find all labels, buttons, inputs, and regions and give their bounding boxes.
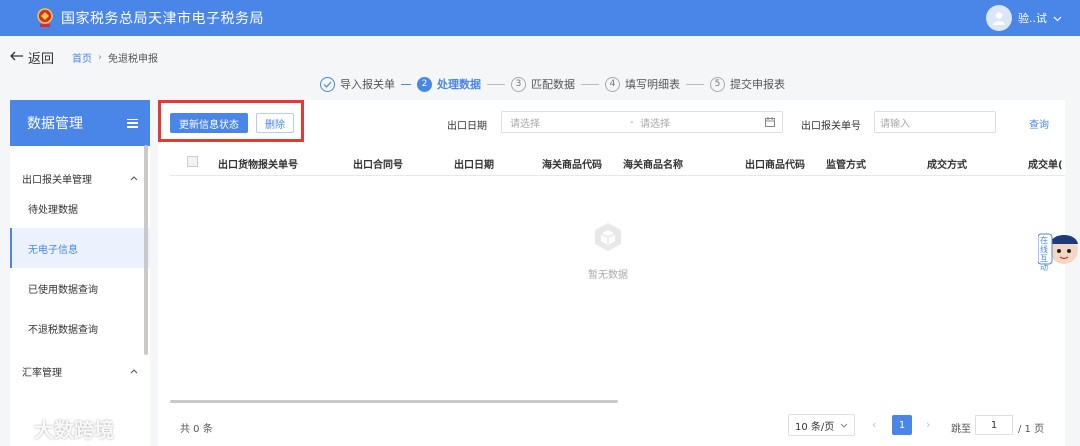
step-number: 5 xyxy=(710,76,725,92)
watermark: 大数跨境 xyxy=(8,414,114,443)
date-start-input[interactable]: 请选择 xyxy=(510,115,630,130)
column-header: 海关商品代码 xyxy=(542,160,602,171)
export-date-range[interactable]: 请选择 - 请选择 xyxy=(501,111,783,133)
watermark-text: 大数跨境 xyxy=(34,418,114,442)
next-page-icon[interactable]: › xyxy=(926,418,930,431)
column-header: 出口商品代码 xyxy=(745,160,805,171)
empty-state: 暂无数据 xyxy=(588,220,628,281)
step-4: 4 填写明细表 xyxy=(605,76,680,92)
column-header: 成交单( xyxy=(1028,160,1063,171)
page-1-button[interactable]: 1 xyxy=(892,415,912,435)
step-label: 处理数据 xyxy=(437,78,481,91)
step-progress: 导入报关单 2 处理数据 3 匹配数据 4 填写明细表 5 提交申报表 xyxy=(320,76,785,92)
export-date-label: 出口日期 xyxy=(447,121,487,132)
select-all-checkbox[interactable] xyxy=(187,156,198,167)
sidebar-item-no-e-info[interactable]: 无电子信息 xyxy=(10,228,150,268)
column-header: 出口货物报关单号 xyxy=(218,160,298,171)
group-label: 汇率管理 xyxy=(22,367,62,379)
query-button[interactable]: 查询 xyxy=(1029,116,1049,131)
step-connector xyxy=(487,83,505,85)
breadcrumb-current: 免退税申报 xyxy=(108,54,159,65)
check-circle-icon xyxy=(320,76,335,92)
arrow-left-icon xyxy=(10,50,24,65)
column-header: 出口日期 xyxy=(454,160,494,171)
chevron-up-icon xyxy=(130,366,138,377)
empty-text: 暂无数据 xyxy=(588,270,628,281)
user-menu[interactable]: 验..试 xyxy=(986,5,1062,31)
total-count: 共 0 条 xyxy=(180,424,213,435)
page-size-value: 10 条/页 xyxy=(795,421,835,433)
date-separator: - xyxy=(630,116,634,128)
step-label: 导入报关单 xyxy=(340,78,395,91)
breadcrumb-home-link[interactable]: 首页 xyxy=(72,50,92,65)
page-size-select[interactable]: 10 条/页 xyxy=(788,414,855,436)
mascot-caption: 在线互动 xyxy=(1040,236,1048,272)
goto-label: 跳至 xyxy=(951,424,971,435)
chevron-down-icon xyxy=(1053,12,1062,25)
app-title: 国家税务总局天津市电子税务局 xyxy=(61,11,264,27)
column-header: 监管方式 xyxy=(826,160,866,171)
step-3: 3 匹配数据 xyxy=(511,76,575,92)
step-2: 2 处理数据 xyxy=(417,76,481,92)
column-header: 出口合同号 xyxy=(353,160,403,171)
calendar-icon xyxy=(765,117,775,130)
column-header: 海关商品名称 xyxy=(623,160,683,171)
step-5: 5 提交申报表 xyxy=(710,76,785,92)
prev-page-icon[interactable]: ‹ xyxy=(872,418,876,431)
total-pages: / 1 页 xyxy=(1018,424,1045,435)
empty-box-icon xyxy=(591,220,625,257)
chevron-down-icon xyxy=(840,420,848,431)
sidebar-group-exchange-rate[interactable]: 汇率管理 xyxy=(10,361,150,381)
step-label: 匹配数据 xyxy=(531,78,575,91)
online-assistant-mascot[interactable]: 在线互动 xyxy=(1037,226,1080,272)
sidebar-item-no-refund-query[interactable]: 不退税数据查询 xyxy=(10,308,150,348)
sidebar-scrollbar[interactable] xyxy=(144,145,148,355)
breadcrumb: 返回 首页 › 免退税申报 xyxy=(10,48,158,67)
chevron-up-icon xyxy=(130,173,138,184)
step-number: 2 xyxy=(417,76,432,92)
sidebar-header: 数据管理 xyxy=(10,100,150,146)
delete-button[interactable]: 删除 xyxy=(256,113,294,133)
step-number: 3 xyxy=(511,76,526,92)
sidebar-group-declaration[interactable]: 出口报关单管理 xyxy=(10,168,150,188)
declaration-number-label: 出口报关单号 xyxy=(801,121,861,132)
column-header: 成交方式 xyxy=(927,160,967,171)
step-label: 填写明细表 xyxy=(625,78,680,91)
step-connector xyxy=(581,83,599,85)
watermark-logo-icon xyxy=(8,416,28,441)
table-header: 出口货物报关单号 出口合同号 出口日期 海关商品代码 海关商品名称 出口商品代码… xyxy=(170,148,1065,176)
update-status-button[interactable]: 更新信息状态 xyxy=(170,113,248,133)
step-number: 4 xyxy=(605,76,620,92)
menu-collapse-icon[interactable] xyxy=(127,118,138,128)
sidebar-title: 数据管理 xyxy=(27,116,83,132)
sidebar-item-used-query[interactable]: 已使用数据查询 xyxy=(10,268,150,308)
back-label: 返回 xyxy=(28,52,55,67)
user-name: 验..试 xyxy=(1018,12,1047,25)
table-horizontal-scrollbar[interactable] xyxy=(170,400,618,403)
date-end-input[interactable]: 请选择 xyxy=(640,115,760,130)
step-label: 提交申报表 xyxy=(730,78,785,91)
declaration-number-input[interactable]: 请输入 xyxy=(874,111,996,133)
main-panel: 更新信息状态 删除 出口日期 请选择 - 请选择 出口报关单号 请输入 查询 出… xyxy=(158,100,1065,446)
goto-page-input[interactable]: 1 xyxy=(975,415,1013,435)
breadcrumb-separator: › xyxy=(98,52,103,63)
step-connector xyxy=(401,83,411,85)
sidebar: 数据管理 出口报关单管理 待处理数据 无电子信息 已使用数据查询 不退税数据查询… xyxy=(10,100,150,446)
sidebar-item-pending[interactable]: 待处理数据 xyxy=(10,188,150,228)
user-avatar-icon xyxy=(986,5,1012,31)
top-bar: 国家税务总局天津市电子税务局 验..试 xyxy=(0,0,1080,36)
step-connector xyxy=(686,83,704,85)
step-1: 导入报关单 xyxy=(320,76,395,92)
tax-emblem-icon xyxy=(35,8,55,28)
back-button[interactable]: 返回 xyxy=(10,48,54,67)
group-label: 出口报关单管理 xyxy=(22,174,92,186)
